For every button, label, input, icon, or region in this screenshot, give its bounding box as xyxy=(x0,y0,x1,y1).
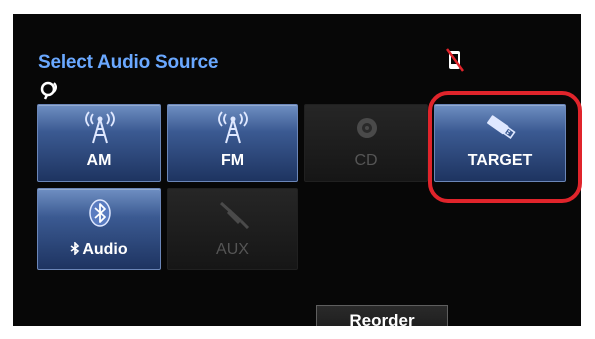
phone-disconnected-icon xyxy=(446,48,464,72)
bluetooth-small-icon xyxy=(70,241,80,256)
bluetooth-audio-label: Audio xyxy=(38,241,160,259)
source-label: AM xyxy=(86,152,112,169)
antenna-icon xyxy=(85,111,115,144)
source-label: CD xyxy=(354,152,378,169)
page-title: Select Audio Source xyxy=(38,52,219,73)
am-source-button[interactable]: AM xyxy=(37,104,161,182)
reorder-button[interactable]: Reorder xyxy=(316,305,448,326)
antenna-icon xyxy=(218,111,248,144)
bluetooth-icon xyxy=(89,199,111,227)
voice-command-icon xyxy=(40,81,57,100)
aux-source-button[interactable]: AUX xyxy=(167,188,298,270)
target-highlight-ring xyxy=(428,91,582,203)
source-label: FM xyxy=(220,152,245,169)
source-label: AUX xyxy=(216,241,249,258)
source-label: Audio xyxy=(82,241,128,258)
aux-cable-icon xyxy=(219,201,250,229)
reorder-label: Reorder xyxy=(349,311,415,326)
cd-source-button[interactable]: CD xyxy=(304,104,428,182)
disc-icon xyxy=(357,118,377,138)
bluetooth-audio-source-button[interactable]: Audio xyxy=(37,188,161,270)
fm-source-button[interactable]: FM xyxy=(167,104,298,182)
